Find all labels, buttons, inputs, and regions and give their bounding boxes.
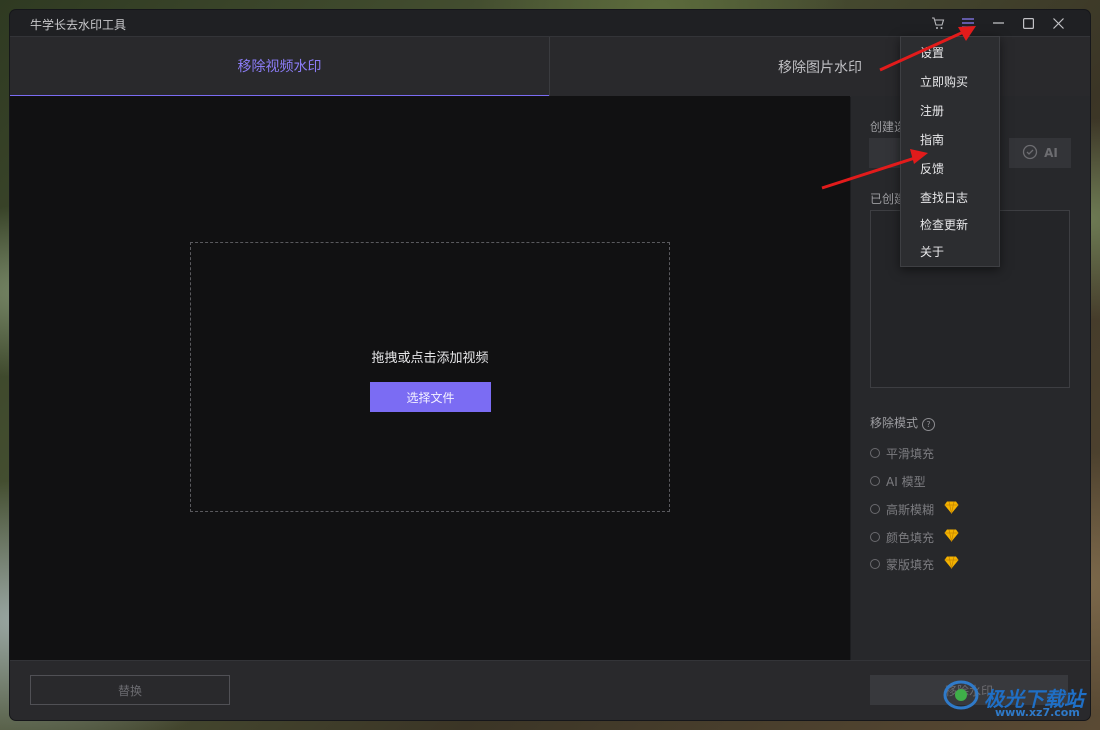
- close-icon[interactable]: [1047, 13, 1069, 33]
- radio-icon[interactable]: [870, 559, 880, 569]
- ai-sparkle-icon: [1022, 144, 1038, 163]
- select-file-button[interactable]: 选择文件: [370, 382, 491, 412]
- mode-option-label: 蒙版填充: [886, 557, 935, 572]
- replace-button[interactable]: 替换: [30, 675, 230, 705]
- watermark-logo-icon: [942, 678, 980, 716]
- app-title: 牛学长去水印工具: [30, 18, 127, 32]
- menu-item-guide[interactable]: 指南: [920, 131, 944, 148]
- remove-mode-title: 移除模式: [870, 416, 919, 430]
- video-dropzone[interactable]: 拖拽或点击添加视频 选择文件: [190, 242, 670, 512]
- ai-detect-button[interactable]: AI: [1009, 138, 1071, 168]
- video-canvas: 拖拽或点击添加视频 选择文件: [10, 96, 850, 660]
- radio-icon[interactable]: [870, 532, 880, 542]
- cart-icon[interactable]: [927, 13, 949, 33]
- dropzone-hint: 拖拽或点击添加视频: [371, 351, 489, 366]
- help-icon[interactable]: ?: [922, 418, 936, 431]
- mode-option-label: 平滑填充: [886, 446, 935, 461]
- mode-option-ai-model[interactable]: AI 模型: [870, 472, 926, 490]
- remove-mode-label: 移除模式?: [870, 414, 936, 431]
- mode-option-gaussian-blur[interactable]: 高斯模糊: [870, 500, 959, 518]
- mode-option-color-fill[interactable]: 颜色填充: [870, 528, 959, 546]
- titlebar: 牛学长去水印工具: [10, 10, 1090, 36]
- premium-gem-icon: [944, 556, 959, 572]
- mode-option-label: 颜色填充: [886, 530, 935, 545]
- minimize-icon[interactable]: [987, 13, 1009, 33]
- menu-item-about[interactable]: 关于: [920, 243, 944, 260]
- menu-icon[interactable]: [957, 13, 979, 33]
- main-menu-dropdown: 设置 立即购买 注册 指南 反馈 查找日志 检查更新 关于: [900, 36, 1000, 267]
- mode-option-smooth-fill[interactable]: 平滑填充: [870, 444, 934, 462]
- maximize-icon[interactable]: [1017, 13, 1039, 33]
- radio-icon[interactable]: [870, 476, 880, 486]
- tab-video-watermark[interactable]: 移除视频水印: [10, 37, 549, 96]
- action-bar: 替换 移除水印: [10, 660, 1090, 720]
- radio-icon[interactable]: [870, 448, 880, 458]
- menu-item-feedback[interactable]: 反馈: [920, 160, 944, 177]
- mode-option-mask-fill[interactable]: 蒙版填充: [870, 555, 959, 573]
- menu-item-buy-now[interactable]: 立即购买: [920, 73, 968, 90]
- menu-item-find-logs[interactable]: 查找日志: [920, 189, 968, 206]
- premium-gem-icon: [944, 501, 959, 517]
- tab-image-watermark[interactable]: 移除图片水印: [550, 37, 1090, 96]
- mode-option-label: AI 模型: [886, 474, 926, 489]
- menu-item-settings[interactable]: 设置: [920, 44, 944, 61]
- menu-item-register[interactable]: 注册: [920, 102, 944, 119]
- watermark-url: www.xz7.com: [995, 706, 1080, 719]
- premium-gem-icon: [944, 529, 959, 545]
- menu-item-check-updates[interactable]: 检查更新: [920, 216, 968, 233]
- mode-option-label: 高斯模糊: [886, 502, 935, 517]
- ai-button-label: AI: [1044, 146, 1058, 160]
- radio-icon[interactable]: [870, 504, 880, 514]
